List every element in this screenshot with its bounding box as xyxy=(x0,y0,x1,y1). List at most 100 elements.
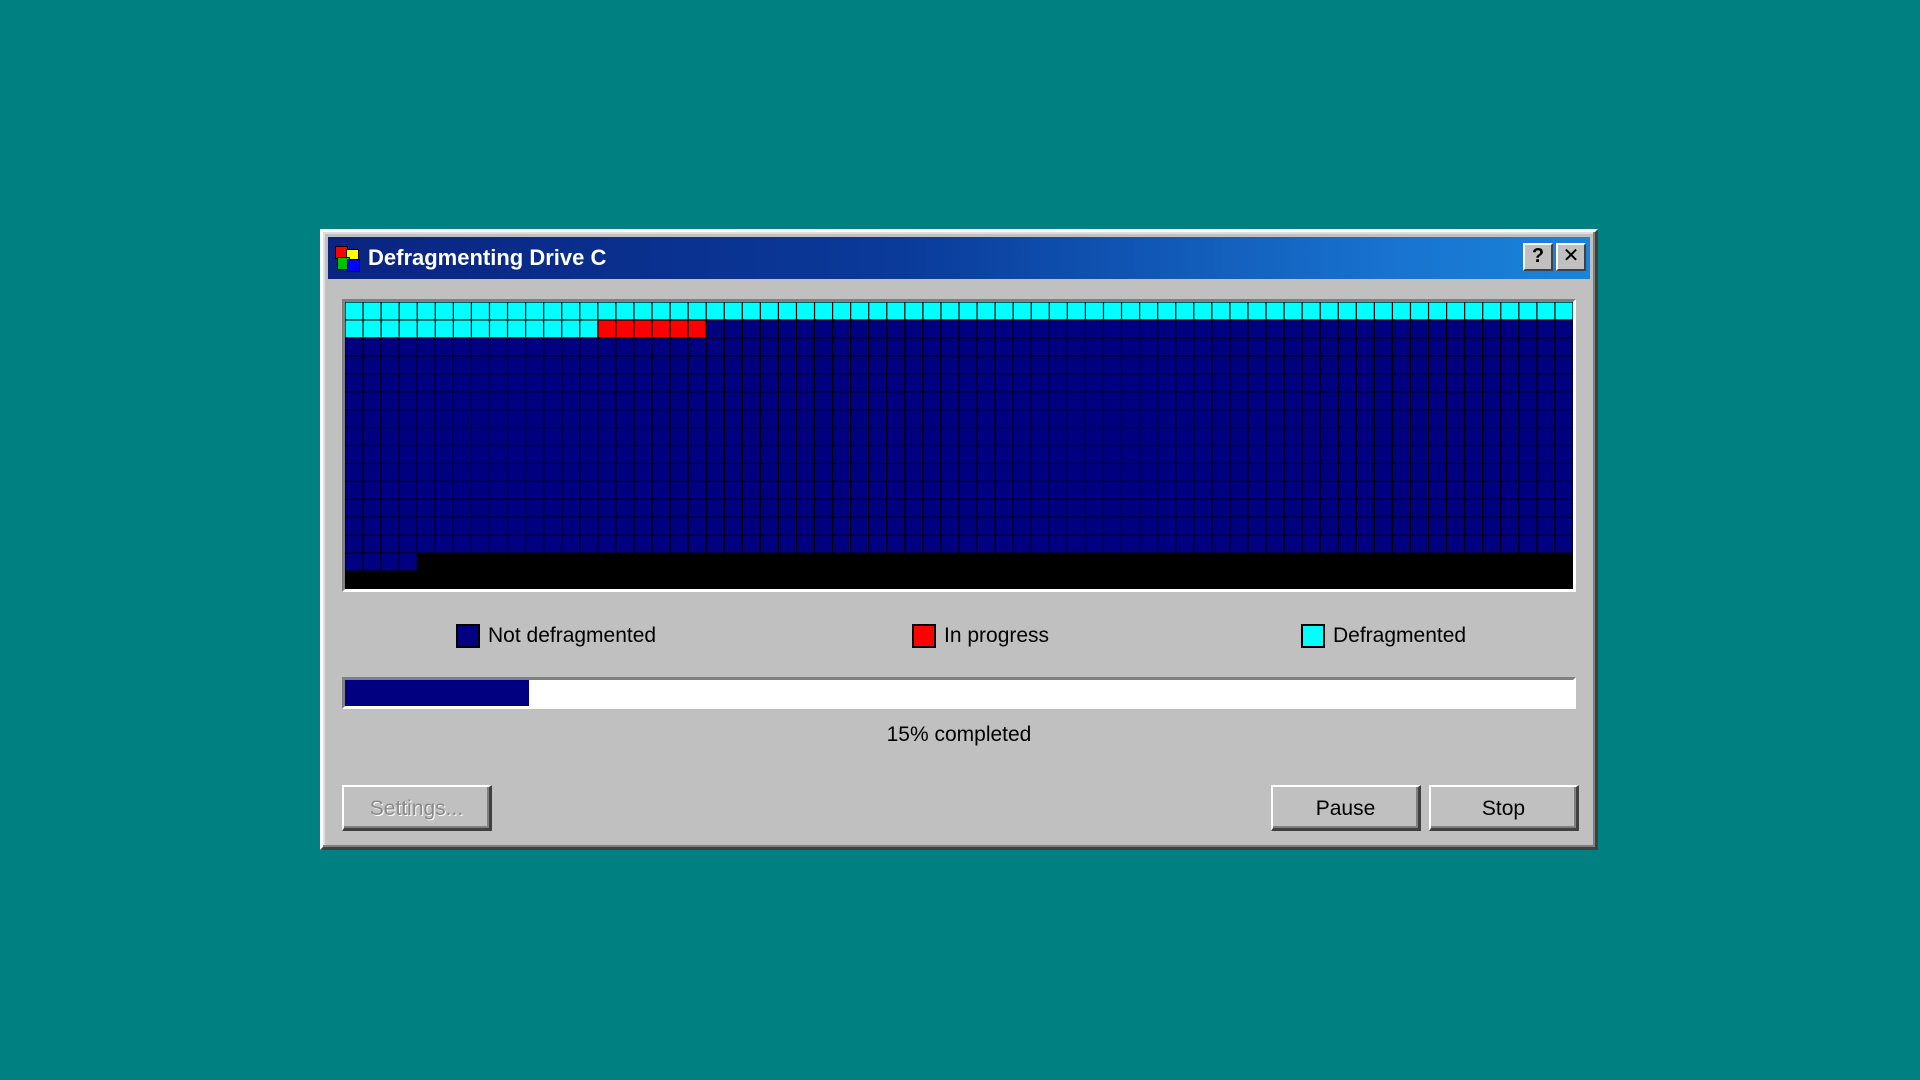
pause-button[interactable]: Pause xyxy=(1271,785,1421,831)
cluster-block xyxy=(1158,499,1176,517)
cluster-block xyxy=(1104,535,1121,553)
cluster-block xyxy=(1122,302,1139,320)
cluster-block xyxy=(1122,517,1139,535)
cluster-block xyxy=(869,499,887,517)
cluster-block xyxy=(923,517,941,535)
cluster-block xyxy=(1338,535,1356,553)
cluster-block xyxy=(688,374,706,392)
cluster-block xyxy=(833,428,851,445)
cluster-block xyxy=(1537,481,1555,499)
cluster-block xyxy=(1555,338,1573,356)
cluster-block xyxy=(1338,302,1356,320)
title-bar[interactable]: Defragmenting Drive C ? ✕ xyxy=(328,237,1590,279)
cluster-block xyxy=(887,338,905,356)
cluster-block xyxy=(399,392,417,410)
cluster-block xyxy=(508,499,525,517)
cluster-block xyxy=(399,553,417,571)
stop-button[interactable]: Stop xyxy=(1429,785,1579,831)
cluster-block xyxy=(1067,374,1085,392)
cluster-block xyxy=(1338,499,1356,517)
cluster-block xyxy=(797,410,814,427)
cluster-block xyxy=(1086,302,1103,320)
cluster-block xyxy=(1248,428,1266,445)
cluster-block xyxy=(634,338,652,356)
cluster-block xyxy=(760,428,778,445)
cluster-block xyxy=(1176,410,1194,427)
cluster-block xyxy=(815,535,832,553)
cluster-block xyxy=(742,446,760,463)
cluster-block xyxy=(435,338,453,356)
cluster-block xyxy=(544,535,562,553)
cluster-block xyxy=(959,499,977,517)
cluster-block xyxy=(508,338,525,356)
cluster-block xyxy=(1104,499,1121,517)
cluster-block xyxy=(959,481,977,499)
cluster-block xyxy=(995,428,1013,445)
cluster-block xyxy=(670,535,688,553)
cluster-block xyxy=(1248,356,1266,374)
cluster-block xyxy=(1501,446,1519,463)
cluster-block xyxy=(923,320,941,338)
cluster-block xyxy=(995,446,1013,463)
cluster-block xyxy=(363,499,381,517)
cluster-block xyxy=(616,356,634,374)
cluster-block xyxy=(1266,338,1284,356)
cluster-block xyxy=(1411,410,1428,427)
cluster-block xyxy=(1176,499,1194,517)
cluster-block xyxy=(1104,428,1121,445)
cluster-block xyxy=(1555,356,1573,374)
help-button[interactable]: ? xyxy=(1523,243,1553,271)
cluster-block xyxy=(1049,428,1067,445)
cluster-block xyxy=(1067,428,1085,445)
cluster-block xyxy=(1447,481,1465,499)
cluster-block xyxy=(797,446,814,463)
cluster-block xyxy=(1429,392,1446,410)
cluster-block xyxy=(724,356,742,374)
close-button[interactable]: ✕ xyxy=(1556,243,1586,271)
cluster-block xyxy=(1158,356,1176,374)
cluster-block xyxy=(760,464,778,481)
cluster-block xyxy=(1067,338,1085,356)
cluster-block xyxy=(1501,481,1519,499)
cluster-block xyxy=(417,392,435,410)
cluster-block xyxy=(1465,302,1483,320)
cluster-block xyxy=(363,517,381,535)
progress-fill xyxy=(345,680,530,706)
cluster-block xyxy=(1465,464,1483,481)
cluster-block xyxy=(1122,410,1139,427)
cluster-block xyxy=(616,428,634,445)
cluster-block xyxy=(472,410,489,427)
cluster-block xyxy=(1338,446,1356,463)
cluster-block xyxy=(526,428,544,445)
cluster-block xyxy=(724,338,742,356)
cluster-block xyxy=(580,302,598,320)
cluster-block xyxy=(616,410,634,427)
cluster-block xyxy=(670,464,688,481)
cluster-block xyxy=(435,410,453,427)
cluster-block xyxy=(1067,464,1085,481)
cluster-block xyxy=(941,535,959,553)
cluster-block xyxy=(399,517,417,535)
cluster-block xyxy=(1519,428,1537,445)
cluster-block xyxy=(1122,356,1139,374)
cluster-block xyxy=(1194,464,1212,481)
cluster-block xyxy=(869,374,887,392)
cluster-block xyxy=(1519,446,1537,463)
cluster-block xyxy=(1302,356,1320,374)
cluster-block xyxy=(1140,356,1158,374)
cluster-block xyxy=(1230,517,1248,535)
cluster-block xyxy=(1501,356,1519,374)
cluster-block xyxy=(580,356,598,374)
cluster-block xyxy=(977,481,995,499)
settings-button[interactable]: Settings... xyxy=(342,785,492,831)
cluster-block xyxy=(995,374,1013,392)
cluster-block xyxy=(1465,374,1483,392)
cluster-block xyxy=(1555,374,1573,392)
cluster-block xyxy=(1519,535,1537,553)
cluster-block xyxy=(1212,410,1230,427)
cluster-block xyxy=(1374,481,1392,499)
cluster-block xyxy=(1374,320,1392,338)
cluster-block xyxy=(706,320,724,338)
cluster-block xyxy=(1031,517,1049,535)
cluster-block xyxy=(833,535,851,553)
